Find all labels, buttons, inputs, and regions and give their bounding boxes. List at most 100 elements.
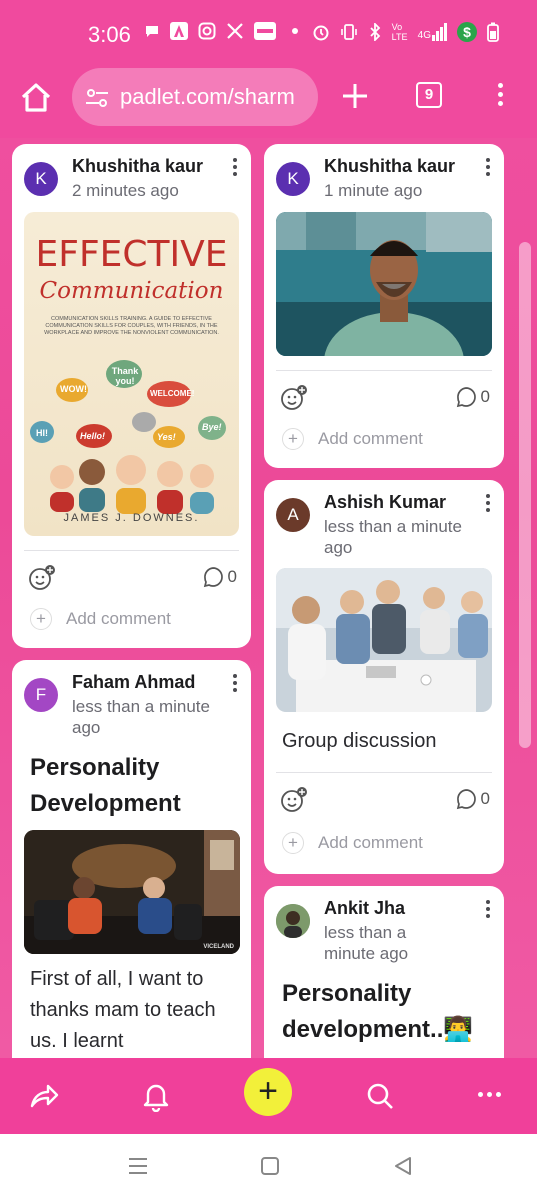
comment-icon [203, 567, 223, 588]
post-caption: Group discussion [282, 730, 437, 752]
add-post-button[interactable]: + [244, 1068, 292, 1116]
comment-icon [456, 387, 476, 408]
comment-count[interactable]: 0 [202, 566, 237, 588]
instagram-icon [198, 22, 216, 40]
add-reaction-icon[interactable] [280, 384, 308, 412]
post-image[interactable] [276, 568, 492, 712]
post-card[interactable]: A Ashish Kumar less than a minute ago Gr… [264, 480, 504, 874]
add-reaction-icon[interactable] [280, 786, 308, 814]
post-menu-icon[interactable] [229, 674, 241, 696]
add-comment-field[interactable]: + Add comment [30, 608, 171, 630]
url-text[interactable]: padlet.com/sharm [120, 84, 310, 110]
add-comment-field[interactable]: + Add comment [282, 428, 423, 450]
signal-4g-icon: 4G [418, 23, 447, 41]
post-image[interactable] [276, 212, 492, 356]
post-heading: Personality Development [30, 754, 181, 817]
post-author: Ankit Jha [324, 898, 406, 918]
plus-icon: + [282, 832, 304, 854]
volte-icon: Vo LTE [391, 22, 408, 42]
recent-apps-icon[interactable] [127, 1156, 149, 1176]
dollar-app-icon: $ [457, 22, 477, 42]
home-icon[interactable] [18, 80, 54, 116]
post-time: 2 minutes ago [72, 181, 179, 200]
man-photo [276, 212, 492, 356]
status-bar: 3:06 Vo LTE 4G $ [0, 0, 537, 66]
book-subtitle: COMMUNICATION SKILLS TRAINING. A GUIDE T… [44, 316, 219, 336]
plus-icon: + [30, 608, 52, 630]
url-bar[interactable]: padlet.com/sharm [72, 68, 318, 126]
a-app-icon [170, 22, 188, 40]
new-tab-button[interactable] [340, 78, 370, 114]
post-author: Khushitha kaur [72, 156, 204, 176]
bubble-yes: Yes! [157, 432, 176, 442]
more-icon[interactable] [478, 1092, 501, 1097]
post-body: First of all, I want to thanks mam to te… [30, 968, 216, 1052]
post-time: less than a minute ago [72, 697, 210, 737]
padlet-bottom-bar: + [0, 1058, 537, 1134]
x-icon [227, 23, 243, 39]
comment-icon [456, 789, 476, 810]
post-author: Khushitha kaur [324, 156, 456, 176]
avatar-photo [276, 904, 310, 938]
tab-switcher-button[interactable]: 9 [416, 82, 442, 108]
system-nav-bar [0, 1134, 537, 1200]
bubble-thank-you: Thank you! [111, 366, 139, 386]
battery-icon [487, 22, 499, 42]
browser-menu-icon[interactable] [490, 80, 510, 112]
book-title-script: Communication [39, 278, 224, 304]
alarm-icon [313, 25, 329, 41]
add-comment-field[interactable]: + Add comment [282, 832, 423, 854]
avatar[interactable]: A [276, 498, 310, 532]
status-time: 3:06 [88, 22, 131, 47]
post-time: less than a minute ago [324, 923, 409, 963]
avatar[interactable] [276, 904, 310, 938]
avatar[interactable]: F [24, 678, 58, 712]
chat-icon [146, 26, 158, 37]
dot-icon [292, 28, 298, 34]
post-card[interactable]: Ankit Jha less than a minute ago Persona… [264, 886, 504, 1058]
post-time: less than a minute ago [324, 517, 462, 557]
post-menu-icon[interactable] [482, 900, 494, 922]
comment-count[interactable]: 0 [455, 788, 490, 810]
video-watermark: VICELAND [203, 944, 234, 950]
post-card[interactable]: F Faham Ahmad less than a minute ago Per… [12, 660, 251, 1058]
comment-count[interactable]: 0 [455, 386, 490, 408]
post-time: 1 minute ago [324, 181, 423, 200]
bell-icon[interactable] [140, 1080, 172, 1112]
add-reaction-icon[interactable] [28, 564, 56, 592]
avatar[interactable]: K [276, 162, 310, 196]
book-title: EFFECTIVE [35, 234, 228, 275]
post-heading: Personality development..👨‍💻 [282, 980, 474, 1043]
search-icon[interactable] [364, 1080, 396, 1112]
video-scene [24, 830, 240, 954]
bubble-welcome: WELCOME! [150, 389, 195, 398]
book-author: JAMES J. DOWNES. [63, 512, 200, 524]
bubble-wow: WOW! [60, 384, 87, 394]
vibrate-icon [340, 24, 357, 40]
scrollbar[interactable] [519, 242, 531, 748]
post-menu-icon[interactable] [229, 158, 241, 180]
plus-icon [343, 84, 367, 108]
browser-toolbar: padlet.com/sharm 9 [0, 66, 537, 138]
bubble-hi: HI! [36, 428, 48, 438]
post-card[interactable]: K Khushitha kaur 2 minutes ago EFFECTIVE… [12, 144, 251, 648]
bluetooth-icon [370, 23, 380, 41]
avatar[interactable]: K [24, 162, 58, 196]
paytm-icon [254, 22, 276, 40]
post-author: Ashish Kumar [324, 492, 447, 512]
post-author: Faham Ahmad [72, 672, 196, 692]
home-icon[interactable] [260, 1156, 280, 1176]
bubble-bye: Bye! [202, 422, 222, 432]
meeting-photo [276, 568, 492, 712]
plus-icon: + [282, 428, 304, 450]
post-video-thumbnail[interactable]: VICELAND [24, 830, 240, 954]
post-menu-icon[interactable] [482, 158, 494, 180]
back-icon[interactable] [393, 1156, 413, 1176]
site-settings-icon[interactable] [84, 85, 110, 111]
book-cover-image[interactable]: EFFECTIVE Communication COMMUNICATION SK… [24, 212, 239, 536]
share-icon[interactable] [28, 1080, 60, 1112]
padlet-board[interactable]: K Khushitha kaur 2 minutes ago EFFECTIVE… [0, 138, 537, 1058]
post-menu-icon[interactable] [482, 494, 494, 516]
post-card[interactable]: K Khushitha kaur 1 minute ago 0 + Add co… [264, 144, 504, 468]
bubble-hello: Hello! [80, 431, 106, 441]
